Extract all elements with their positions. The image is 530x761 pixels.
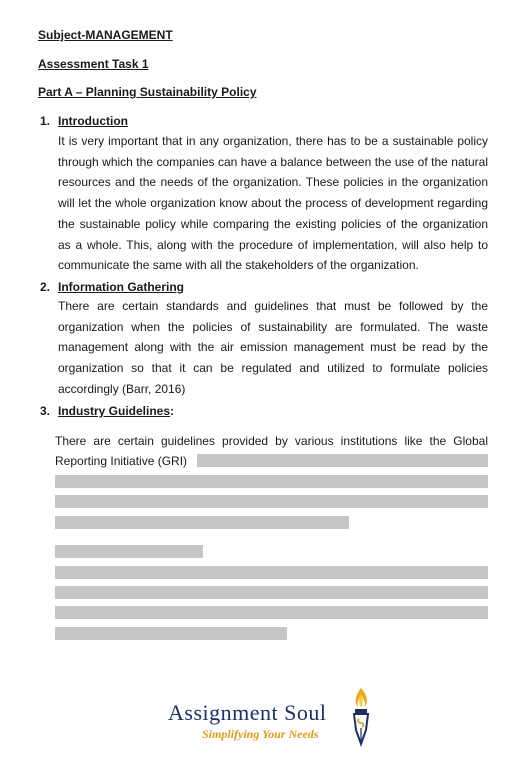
section-number-2: 2. [40, 280, 51, 294]
section-title-industry-guidelines: Industry Guidelines: [58, 404, 174, 418]
redacted-text-line [55, 475, 488, 488]
logo-wordmark: Assignment Soul [168, 700, 327, 725]
redacted-text-line [55, 606, 488, 619]
redacted-text-line [55, 627, 287, 640]
redacted-text-line [197, 454, 488, 467]
section-body-information-gathering: There are certain standards and guidelin… [58, 299, 488, 396]
assignment-soul-logo: Assignment Soul Simplifying Your Needs [168, 686, 378, 748]
redacted-text-line [55, 516, 349, 529]
section-body-introduction: It is very important that in any organiz… [58, 134, 488, 273]
logo-tagline: Simplifying Your Needs [202, 727, 319, 741]
assessment-task-heading: Assessment Task 1 [38, 57, 149, 71]
section-title-label: Industry Guidelines [58, 404, 171, 418]
section-title-colon: : [170, 404, 175, 418]
section-number-3: 3. [40, 404, 51, 418]
redacted-text-line [55, 566, 488, 579]
section-title-introduction: Introduction [58, 114, 128, 128]
part-heading: Part A – Planning Sustainability Policy [38, 85, 257, 99]
subject-heading: Subject-MANAGEMENT [38, 28, 173, 42]
torch-pen-icon [352, 688, 370, 747]
redacted-text-line [55, 495, 488, 508]
section-title-information-gathering: Information Gathering [58, 280, 184, 294]
section-number-1: 1. [40, 114, 51, 128]
redacted-text-line [55, 586, 488, 599]
redacted-text-line [55, 545, 203, 558]
